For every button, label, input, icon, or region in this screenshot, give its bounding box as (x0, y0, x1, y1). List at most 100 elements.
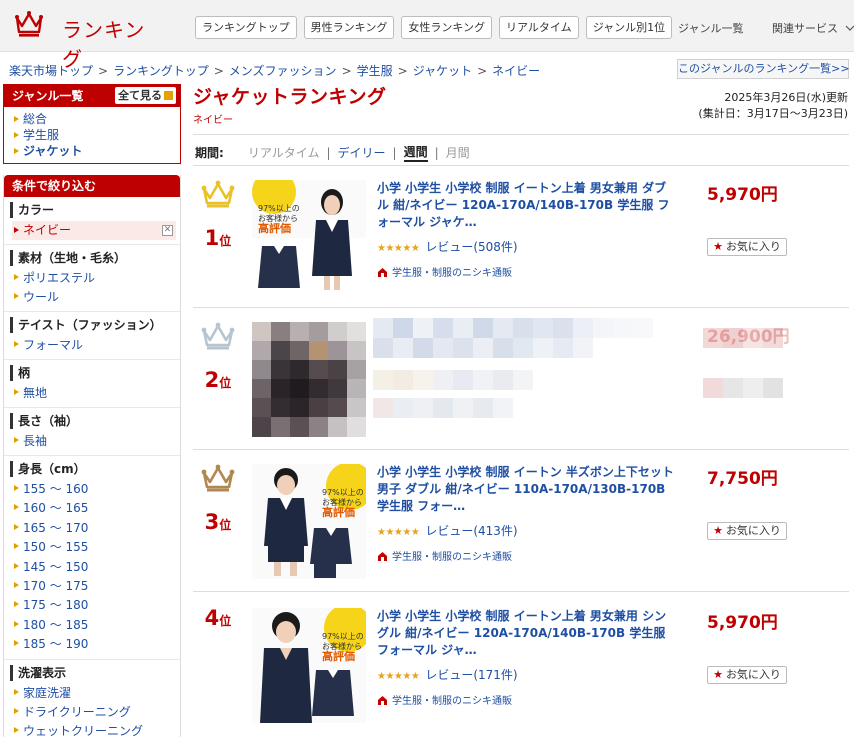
rating-stars-icon: ★★★★★ (377, 671, 420, 682)
product-name-link[interactable]: 小学 小学生 小学校 制服 イートン上着 男女兼用 ダブル 紺/ネイビー 120… (377, 180, 677, 231)
shop-house-icon (378, 552, 387, 561)
show-all-label: 全て見る (118, 89, 162, 102)
nav-genre-first[interactable]: ジャンル別1位 (585, 16, 673, 39)
product-image[interactable]: 97%以上の お客様から 高評価 (252, 464, 366, 579)
badge-text: 97%以上の お客様から 高評価 (322, 632, 364, 663)
shop-name: 学生服・制服のニシキ通販 (392, 696, 512, 707)
ranking-logo[interactable]: ランキング (14, 10, 164, 71)
tab-realtime[interactable]: リアルタイム (248, 144, 320, 161)
tab-monthly[interactable]: 月間 (446, 144, 470, 161)
badge-text: 97%以上の お客様から 高評価 (258, 204, 300, 235)
genre-ranking-list-link[interactable]: このジャンルのランキング一覧>> (677, 59, 850, 79)
genre-header: ジャンル一覧 全て見る (4, 85, 180, 107)
shop-name: 学生服・制服のニシキ通販 (392, 552, 512, 563)
filter-item-height[interactable]: 160 〜 165 (12, 499, 180, 518)
filter-item-height[interactable]: 165 〜 170 (12, 519, 180, 538)
filter-item-height[interactable]: 180 〜 185 (12, 616, 180, 635)
filter-title-sleeve: 長さ（袖） (10, 413, 180, 429)
product-name-link[interactable]: 小学 小学生 小学校 制服 イートン 半ズボン上下セット 男子 ダブル 紺/ネイ… (377, 464, 677, 515)
breadcrumb: 楽天市場トップ > ランキングトップ > メンズファッション > 学生服 > ジャケット > ネイビ… (9, 64, 541, 78)
favorite-button[interactable]: ★ お気に入り (707, 666, 787, 684)
ranking-item: 3位 97%以上の お客様から 高評価 小学 小学生 小学校 制服 イートン 半ズ… (193, 450, 849, 592)
filter-item-wet-cleaning[interactable]: ウェットクリーニング (12, 722, 180, 737)
genre-item-jacket[interactable]: ジャケット (12, 143, 180, 159)
filter-item-height[interactable]: 150 〜 155 (12, 538, 180, 557)
tab-weekly[interactable]: 週間 (403, 143, 428, 162)
rank-number: 2位 (204, 368, 232, 392)
filter-section-material: 素材（生地・毛糸） ポリエステル ウール (4, 245, 180, 312)
filter-item-formal[interactable]: フォーマル (12, 336, 180, 355)
product-image-blurred[interactable] (252, 322, 366, 437)
filter-header: 条件で絞り込む (4, 175, 180, 197)
badge-text: 97%以上の お客様から 高評価 (322, 488, 364, 519)
shop-link[interactable]: 学生服・制服のニシキ通販 (377, 548, 512, 563)
pixelated-photo (252, 322, 366, 437)
favorite-label: お気に入り (725, 524, 781, 537)
rating-stars-icon: ★★★★★ (377, 243, 420, 254)
shop-link[interactable]: 学生服・制服のニシキ通販 (377, 264, 512, 279)
review-link[interactable]: レビュー(508件) (425, 240, 517, 254)
aggregation-period: (集計日：3月17日〜3月23日) (698, 107, 848, 120)
genre-item-all[interactable]: 総合 (12, 111, 180, 127)
genre-item-school-uniform[interactable]: 学生服 (12, 127, 180, 143)
star-icon: ★ (713, 524, 723, 537)
filter-item-long-sleeve[interactable]: 長袖 (12, 432, 180, 451)
favorite-button[interactable]: ★ お気に入り (707, 522, 787, 540)
filter-title-height: 身長（cm） (10, 461, 180, 477)
review-link[interactable]: レビュー(171件) (425, 668, 517, 682)
tab-daily[interactable]: デイリー (338, 144, 386, 161)
genre-list-link[interactable]: ジャンル一覧 (678, 20, 743, 36)
crown-logo-icon (15, 11, 43, 37)
product-price: 7,750円 (707, 469, 778, 489)
filter-item-height[interactable]: 175 〜 180 (12, 596, 180, 615)
product-image[interactable]: 97%以上の お客様から 高評価 (252, 180, 366, 295)
filter-section-taste: テイスト（ファッション） フォーマル (4, 312, 180, 360)
review-link[interactable]: レビュー(413件) (425, 524, 517, 538)
product-name-link[interactable]: 小学 小学生 小学校 制服 イートン上着 男女兼用 シングル 紺/ネイビー 12… (377, 608, 677, 659)
product-price: 5,970円 (707, 185, 778, 205)
nav-realtime[interactable]: リアルタイム (499, 16, 579, 39)
breadcrumb-ranking-top[interactable]: ランキングトップ (113, 64, 209, 78)
shop-link[interactable]: 学生服・制服のニシキ通販 (377, 692, 512, 707)
header-nav: ランキングトップ 男性ランキング 女性ランキング リアルタイム ジャンル別1位 (195, 16, 673, 39)
nav-male-ranking[interactable]: 男性ランキング (303, 16, 395, 39)
review-summary: ★★★★★ レビュー(413件) (377, 522, 518, 539)
ranking-item: 4位 97%以上の お客様から 高評価 小学 小学生 小学校 制服 イートン上着 … (193, 594, 849, 736)
filter-item-home-wash[interactable]: 家庭洗濯 (12, 684, 180, 703)
filter-item-height[interactable]: 155 〜 160 (12, 480, 180, 499)
clear-filter-icon[interactable]: ✕ (162, 225, 173, 236)
favorite-button[interactable]: ★ お気に入り (707, 238, 787, 256)
filter-item-height[interactable]: 170 〜 175 (12, 577, 180, 596)
show-all-button[interactable]: 全て見る (115, 87, 176, 104)
period-tabs: 期間: リアルタイム | デイリー | 週間 | 月間 (195, 143, 470, 162)
update-info: 2025年3月26日(水)更新 (集計日：3月17日〜3月23日) (698, 90, 848, 122)
filter-section-color: カラー ネイビー ✕ (4, 197, 180, 245)
filter-item-polyester[interactable]: ポリエステル (12, 269, 180, 288)
filter-item-wool[interactable]: ウール (12, 288, 180, 307)
breadcrumb-mens-fashion[interactable]: メンズファッション (229, 64, 337, 78)
filter-item-label: ネイビー (23, 223, 72, 237)
shop-name: 学生服・制服のニシキ通販 (392, 268, 512, 279)
favorite-label: お気に入り (725, 240, 781, 253)
product-photo (252, 608, 366, 723)
product-image[interactable]: 97%以上の お客様から 高評価 (252, 608, 366, 723)
filter-item-plain[interactable]: 無地 (12, 384, 180, 403)
gold-crown-icon (201, 180, 235, 208)
breadcrumb-rakuten-top[interactable]: 楽天市場トップ (9, 64, 93, 78)
breadcrumb-jacket[interactable]: ジャケット (413, 64, 472, 78)
nav-female-ranking[interactable]: 女性ランキング (401, 16, 493, 39)
nav-ranking-top[interactable]: ランキングトップ (195, 16, 297, 39)
filter-section-sleeve: 長さ（袖） 長袖 (4, 408, 180, 456)
rank-number: 3位 (204, 510, 232, 534)
divider (193, 134, 849, 135)
rank-number: 4位 (204, 606, 232, 630)
filter-item-height[interactable]: 185 〜 190 (12, 635, 180, 654)
related-services-menu[interactable]: 関連サービス (772, 20, 854, 36)
filter-item-navy[interactable]: ネイビー ✕ (12, 221, 176, 240)
filter-item-dry-cleaning[interactable]: ドライクリーニング (12, 703, 180, 722)
breadcrumb-navy[interactable]: ネイビー (492, 64, 540, 78)
breadcrumb-school-uniform[interactable]: 学生服 (357, 64, 393, 78)
filter-item-height[interactable]: 145 〜 150 (12, 558, 180, 577)
product-price: 5,970円 (707, 613, 778, 633)
chevron-down-icon (845, 25, 854, 31)
